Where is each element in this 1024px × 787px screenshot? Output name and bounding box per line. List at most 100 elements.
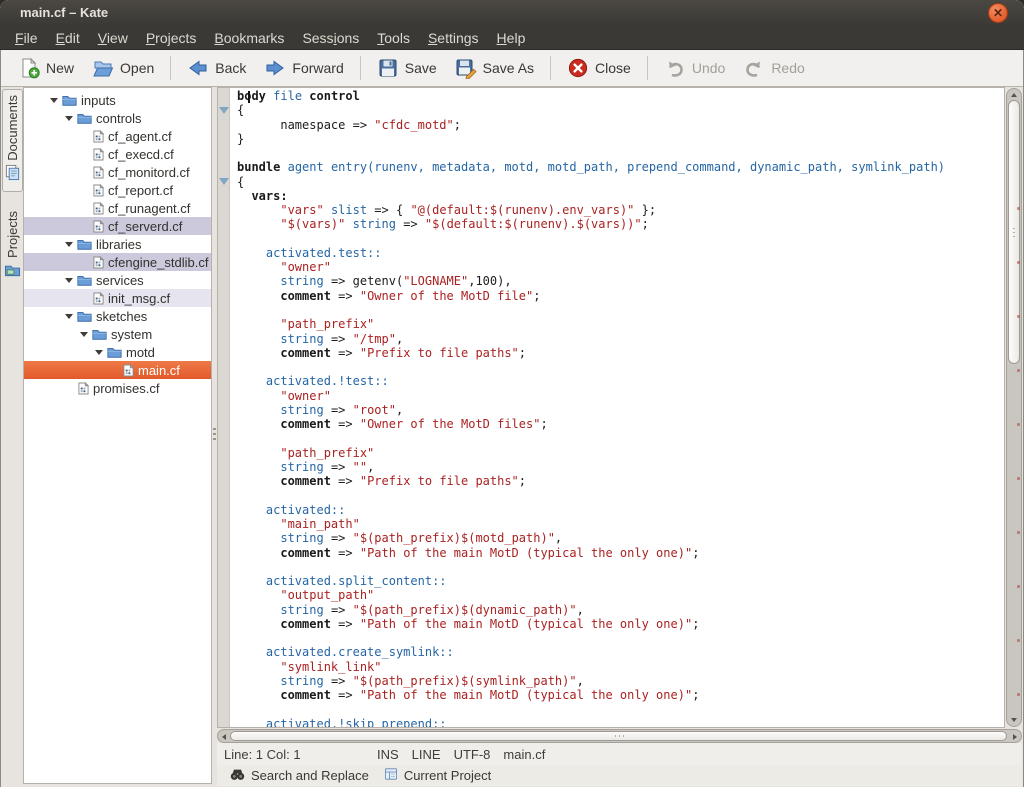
code-line[interactable]: activated:: [230,503,1004,517]
code-line[interactable]: activated.test:: [230,246,1004,260]
menu-item-help[interactable]: Help [488,28,535,48]
code-line[interactable]: "symlink_link" [230,660,1004,674]
titlebar[interactable]: main.cf – Kate ✕ [0,0,1024,26]
tree-item-cfengine-stdlib-cf[interactable]: cfengine_stdlib.cf [24,253,211,271]
code-line[interactable]: "output_path" [230,588,1004,602]
code-line[interactable]: string => getenv("LOGNAME",100), [230,274,1004,288]
expander-arrow-icon[interactable] [50,98,58,103]
menu-item-file[interactable]: File [6,28,47,48]
code-line[interactable]: bundle agent entry(runenv, metadata, mot… [230,160,1004,174]
tree-item-cf-report-cf[interactable]: cf_report.cf [24,181,211,199]
code-line[interactable]: string => "", [230,460,1004,474]
menu-item-edit[interactable]: Edit [47,28,89,48]
code-line[interactable]: "path_prefix" [230,317,1004,331]
code-line[interactable]: string => "$(path_prefix)$(motd_path)", [230,531,1004,545]
code-line[interactable]: string => "$(path_prefix)$(dynamic_path)… [230,603,1004,617]
new-button[interactable]: New [9,53,83,83]
scroll-left-arrow-icon[interactable] [222,734,226,740]
code-line[interactable]: } [230,132,1004,146]
code-line[interactable]: "owner" [230,389,1004,403]
selection-mode-label[interactable]: LINE [412,747,441,762]
code-line[interactable] [230,631,1004,645]
tree-item-controls[interactable]: controls [24,109,211,127]
code-lines[interactable]: body file control{ namespace => "cfdc_mo… [230,89,1004,728]
tree-item-libraries[interactable]: libraries [24,235,211,253]
menu-item-sessions[interactable]: Sessions [293,28,368,48]
code-line[interactable]: comment => "Prefix to file paths"; [230,474,1004,488]
code-line[interactable]: "main_path" [230,517,1004,531]
code-line[interactable]: comment => "Prefix to file paths"; [230,346,1004,360]
code-line[interactable]: "vars" slist => { "@(default:$(runenv).e… [230,203,1004,217]
vertical-scrollbar[interactable] [1006,88,1022,727]
scroll-down-arrow-icon[interactable] [1011,718,1017,722]
code-line[interactable]: { [230,175,1004,189]
code-line[interactable]: "path_prefix" [230,446,1004,460]
code-line[interactable]: string => "$(path_prefix)$(symlink_path)… [230,674,1004,688]
menu-item-tools[interactable]: Tools [368,28,419,48]
save-as-button[interactable]: Save As [446,53,543,83]
current-project-button[interactable]: Current Project [376,764,498,787]
code-line[interactable] [230,431,1004,445]
tree-item-cf-monitord-cf[interactable]: cf_monitord.cf [24,163,211,181]
forward-button[interactable]: Forward [255,53,352,83]
insert-mode-label[interactable]: INS [377,747,399,762]
tree-item-services[interactable]: services [24,271,211,289]
tree-item-cf-agent-cf[interactable]: cf_agent.cf [24,127,211,145]
code-line[interactable]: { [230,103,1004,117]
tree-item-system[interactable]: system [24,325,211,343]
toolview-tab-documents[interactable]: Documents [2,89,23,192]
code-line[interactable]: comment => "Path of the main MotD (typic… [230,617,1004,631]
code-line[interactable]: activated.!test:: [230,374,1004,388]
text-editor[interactable]: body file control{ namespace => "cfdc_mo… [217,87,1005,728]
code-line[interactable]: comment => "Path of the main MotD (typic… [230,688,1004,702]
project-tree-panel[interactable]: inputscontrolscf_agent.cfcf_execd.cfcf_m… [23,87,212,784]
close-button[interactable]: Close [558,53,640,83]
horizontal-scrollbar-thumb[interactable] [230,731,1007,741]
tree-item-cf-runagent-cf[interactable]: cf_runagent.cf [24,199,211,217]
code-line[interactable]: vars: [230,189,1004,203]
code-line[interactable]: comment => "Owner of the MotD files"; [230,417,1004,431]
code-line[interactable]: activated.split_content:: [230,574,1004,588]
menu-item-projects[interactable]: Projects [137,28,206,48]
tree-item-init-msg-cf[interactable]: init_msg.cf [24,289,211,307]
horizontal-scrollbar[interactable] [217,729,1022,743]
scroll-right-arrow-icon[interactable] [1013,734,1017,740]
menu-item-bookmarks[interactable]: Bookmarks [205,28,293,48]
expander-arrow-icon[interactable] [65,278,73,283]
code-line[interactable]: string => "root", [230,403,1004,417]
tree-item-sketches[interactable]: sketches [24,307,211,325]
tree-item-promises-cf[interactable]: promises.cf [24,379,211,397]
vertical-scrollbar-thumb[interactable] [1008,100,1020,364]
code-line[interactable]: namespace => "cfdc_motd"; [230,118,1004,132]
expander-arrow-icon[interactable] [65,314,73,319]
expander-arrow-icon[interactable] [65,116,73,121]
code-line[interactable] [230,702,1004,716]
expander-arrow-icon[interactable] [95,350,103,355]
tree-item-motd[interactable]: motd [24,343,211,361]
expander-arrow-icon[interactable] [80,332,88,337]
expander-arrow-icon[interactable] [65,242,73,247]
search-and-replace-button[interactable]: Search and Replace [222,764,376,787]
tree-item-cf-execd-cf[interactable]: cf_execd.cf [24,145,211,163]
open-button[interactable]: Open [83,53,163,83]
tree-item-inputs[interactable]: inputs [24,91,211,109]
menu-item-settings[interactable]: Settings [419,28,488,48]
fold-region-icon[interactable] [219,107,229,114]
code-line[interactable]: body file control [230,89,1004,103]
code-line[interactable] [230,560,1004,574]
code-line[interactable] [230,488,1004,502]
save-button[interactable]: Save [368,53,446,83]
tree-item-cf-serverd-cf[interactable]: cf_serverd.cf [24,217,211,235]
code-line[interactable] [230,146,1004,160]
code-line[interactable]: activated.create_symlink:: [230,645,1004,659]
window-close-button[interactable]: ✕ [988,3,1008,23]
toolview-tab-projects[interactable]: Projects [3,206,22,288]
back-button[interactable]: Back [178,53,255,83]
scroll-up-arrow-icon[interactable] [1011,93,1017,97]
code-line[interactable]: comment => "Owner of the MotD file"; [230,289,1004,303]
menu-item-view[interactable]: View [89,28,137,48]
code-line[interactable]: string => "/tmp", [230,332,1004,346]
code-line[interactable] [230,232,1004,246]
code-line[interactable]: comment => "Path of the main MotD (typic… [230,546,1004,560]
code-line[interactable]: activated.!skip_prepend:: [230,717,1004,728]
